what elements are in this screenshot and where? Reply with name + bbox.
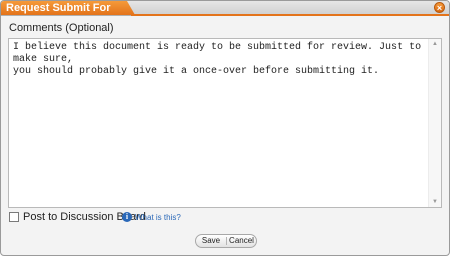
close-icon[interactable]: × bbox=[434, 2, 445, 13]
scroll-up-arrow-icon[interactable]: ▲ bbox=[429, 39, 441, 49]
save-button[interactable]: Save bbox=[196, 235, 226, 247]
comments-textarea[interactable]: I believe this document is ready to be s… bbox=[8, 38, 442, 208]
title-underline bbox=[131, 14, 449, 16]
comments-scrollbar[interactable]: ▲ ▼ bbox=[428, 39, 441, 207]
comments-label: Comments (Optional) bbox=[9, 22, 114, 34]
what-is-this-link[interactable]: What is this? bbox=[135, 212, 181, 223]
comments-text[interactable]: I believe this document is ready to be s… bbox=[13, 42, 427, 78]
dialog-title: Request Submit For Review bbox=[1, 1, 135, 15]
post-to-board-checkbox[interactable] bbox=[9, 212, 19, 222]
dialog-titlebar: Request Submit For Review × bbox=[1, 1, 449, 16]
action-button-group: Save Cancel bbox=[195, 234, 257, 248]
cancel-button[interactable]: Cancel bbox=[227, 235, 256, 247]
request-submit-dialog: Request Submit For Review × Comments (Op… bbox=[0, 0, 450, 256]
info-icon[interactable]: i bbox=[122, 212, 132, 222]
scroll-down-arrow-icon[interactable]: ▼ bbox=[429, 197, 441, 207]
